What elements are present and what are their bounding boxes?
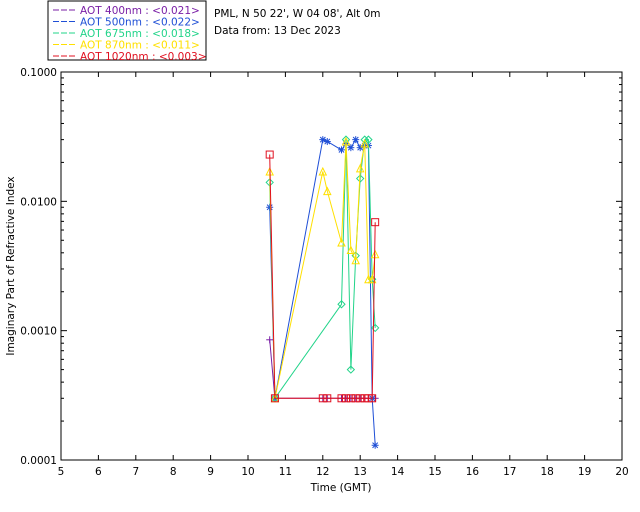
legend-label: AOT 500nm : <0.022> bbox=[80, 17, 200, 29]
x-tick-label: 9 bbox=[207, 466, 214, 478]
data-point bbox=[266, 336, 274, 344]
x-tick-label: 7 bbox=[132, 466, 139, 478]
data-date: Data from: 13 Dec 2023 bbox=[214, 25, 341, 37]
y-tick-label: 0.1000 bbox=[20, 67, 57, 79]
series-0 bbox=[266, 336, 379, 402]
x-tick-label: 16 bbox=[466, 466, 480, 478]
legend-label: AOT 1020nm : <0.003> bbox=[80, 51, 207, 63]
legend-label: AOT 675nm : <0.018> bbox=[80, 28, 200, 40]
legend-label: AOT 400nm : <0.021> bbox=[80, 5, 200, 17]
data-point bbox=[323, 138, 331, 146]
site-info: PML, N 50 22', W 04 08', Alt 0m bbox=[214, 8, 381, 20]
x-tick-label: 20 bbox=[615, 466, 628, 478]
x-tick-label: 12 bbox=[316, 466, 329, 478]
series-layer bbox=[265, 135, 380, 449]
x-tick-label: 19 bbox=[578, 466, 591, 478]
x-tick-label: 5 bbox=[58, 466, 65, 478]
data-point bbox=[338, 146, 345, 154]
data-point bbox=[352, 136, 360, 144]
series-4 bbox=[265, 150, 380, 403]
x-tick-label: 13 bbox=[354, 466, 367, 478]
x-tick-label: 15 bbox=[428, 466, 441, 478]
axis-ticks: 5 6 7 8 9 10 11 12 13 14 15 16 17 18 19 20 0.0001 0.0010 0… bbox=[20, 67, 628, 478]
series-line bbox=[269, 141, 376, 399]
chart-canvas: AOT 400nm : <0.021>AOT 500nm : <0.022>AO… bbox=[5, 0, 629, 494]
x-tick-label: 14 bbox=[391, 466, 405, 478]
x-tick-label: 10 bbox=[241, 466, 254, 478]
x-tick-label: 6 bbox=[95, 466, 102, 478]
x-tick-label: 11 bbox=[279, 466, 292, 478]
x-tick-label: 17 bbox=[503, 466, 516, 478]
data-point bbox=[371, 441, 379, 449]
x-axis-label: Time (GMT) bbox=[310, 482, 372, 494]
series-3 bbox=[265, 136, 380, 403]
y-tick-label: 0.0010 bbox=[20, 326, 57, 338]
legend-label: AOT 870nm : <0.011> bbox=[80, 40, 200, 52]
y-axis-label: Imaginary Part of Refractive Index bbox=[5, 176, 17, 355]
data-point bbox=[266, 203, 274, 211]
y-tick-label: 0.0100 bbox=[20, 196, 57, 208]
y-tick-label: 0.0001 bbox=[20, 455, 57, 467]
legend: AOT 400nm : <0.021>AOT 500nm : <0.022>AO… bbox=[47, 0, 207, 63]
x-tick-label: 8 bbox=[170, 466, 177, 478]
x-tick-label: 18 bbox=[541, 466, 554, 478]
